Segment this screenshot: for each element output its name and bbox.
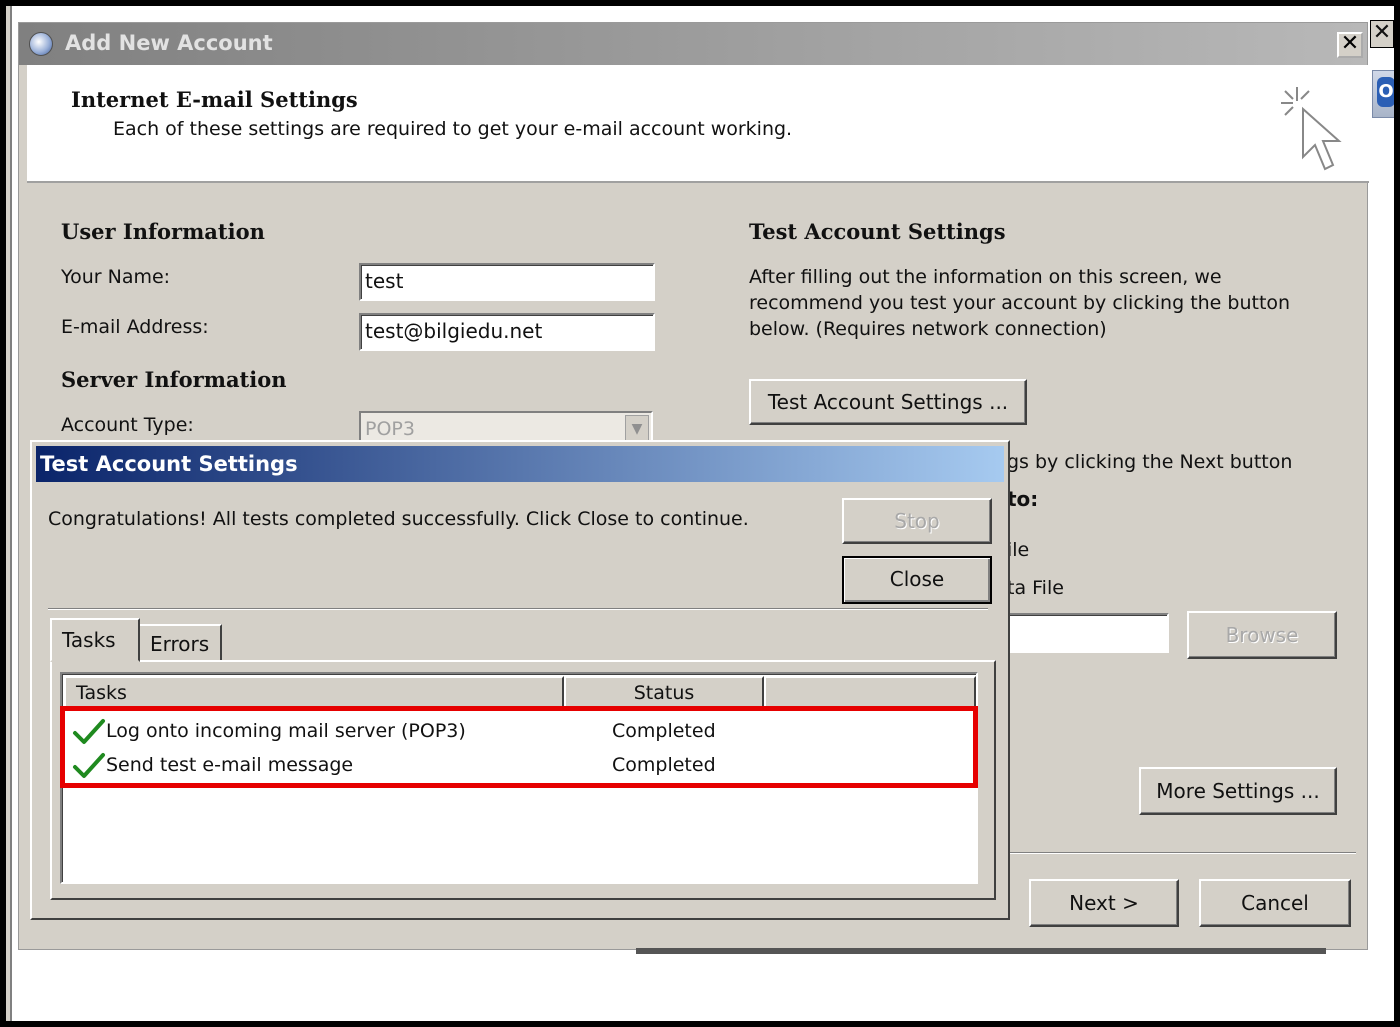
email-address-label: E-mail Address: — [61, 316, 209, 338]
test-account-settings-heading: Test Account Settings — [749, 219, 1006, 244]
list-item[interactable]: Send test e-mail message Completed — [64, 750, 974, 784]
your-name-label: Your Name: — [61, 266, 171, 288]
close-button[interactable]: Close — [842, 556, 992, 604]
outlook-icon: O — [1377, 77, 1395, 107]
task-status: Completed — [612, 754, 716, 776]
deliver-to-heading: to: — [1007, 487, 1039, 511]
stop-button[interactable]: Stop — [842, 498, 992, 544]
column-header-tasks[interactable]: Tasks — [64, 676, 564, 708]
account-icon — [29, 32, 53, 56]
cursor-click-icon — [1281, 87, 1342, 171]
background-close-button[interactable]: ✕ — [1370, 20, 1394, 48]
popup-title: Test Account Settings — [40, 452, 298, 476]
popup-title-bar: Test Account Settings — [36, 446, 1004, 482]
data-file-path-input[interactable] — [1007, 613, 1169, 653]
cancel-button[interactable]: Cancel — [1199, 879, 1351, 927]
task-name: Send test e-mail message — [106, 754, 354, 776]
test-account-description: After filling out the information on thi… — [749, 266, 1291, 340]
tab-errors[interactable]: Errors — [138, 624, 222, 662]
user-information-heading: User Information — [61, 219, 265, 244]
column-header-empty[interactable] — [764, 676, 976, 708]
dialog-title: Add New Account — [65, 31, 273, 55]
checkmark-icon — [73, 719, 105, 744]
checkmark-icon — [73, 753, 105, 778]
dialog-close-button[interactable]: ✕ — [1337, 32, 1363, 58]
existing-data-file-option-label: ta File — [1007, 577, 1064, 599]
next-button[interactable]: Next > — [1029, 879, 1179, 927]
task-status: Completed — [612, 720, 716, 742]
background-app-icon: O — [1372, 70, 1398, 118]
account-type-label: Account Type: — [61, 414, 194, 436]
popup-separator — [48, 608, 988, 610]
your-name-input[interactable]: test — [359, 263, 655, 301]
next-button-hint-text: gs by clicking the Next button — [1007, 451, 1293, 473]
data-file-option-label: ile — [1007, 539, 1030, 561]
more-settings-button[interactable]: More Settings ... — [1139, 767, 1337, 815]
window-edge — [6, 6, 12, 1021]
dialog-header: Internet E-mail Settings Each of these s… — [27, 65, 1369, 183]
chevron-down-icon[interactable]: ▼ — [625, 415, 649, 441]
dialog-title-bar: Add New Account ✕ — [19, 23, 1367, 65]
popup-success-message: Congratulations! All tests completed suc… — [48, 508, 749, 530]
header-title: Internet E-mail Settings — [71, 87, 358, 112]
tab-tasks[interactable]: Tasks — [50, 618, 140, 662]
header-subtitle: Each of these settings are required to g… — [113, 118, 793, 140]
column-header-status[interactable]: Status — [564, 676, 764, 708]
email-address-input[interactable]: test@bilgiedu.net — [359, 313, 655, 351]
test-account-settings-popup: Test Account Settings Congratulations! A… — [30, 440, 1010, 920]
test-account-settings-button[interactable]: Test Account Settings ... — [749, 379, 1027, 425]
server-information-heading: Server Information — [61, 367, 287, 392]
close-icon: ✕ — [1340, 31, 1360, 56]
task-name: Log onto incoming mail server (POP3) — [106, 720, 466, 742]
account-type-value: POP3 — [365, 418, 415, 440]
browse-button[interactable]: Browse — [1187, 611, 1337, 659]
tasks-list[interactable]: Tasks Status Log onto incoming mail serv… — [60, 672, 978, 884]
dialog-shadow — [636, 948, 1326, 954]
close-icon: ✕ — [1372, 20, 1392, 45]
list-item[interactable]: Log onto incoming mail server (POP3) Com… — [64, 716, 974, 750]
